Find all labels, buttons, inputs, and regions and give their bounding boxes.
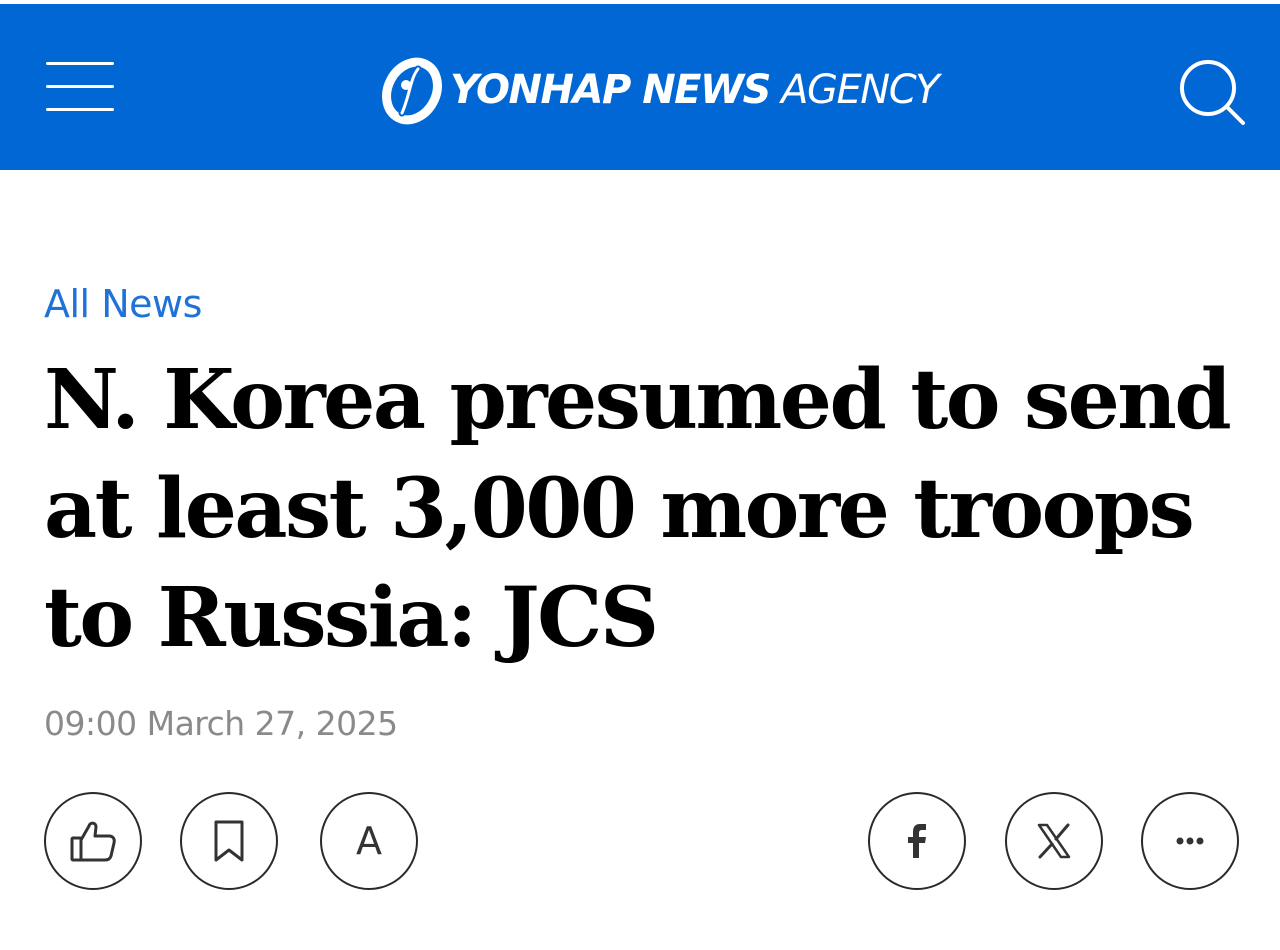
category-link[interactable]: All News [44,282,202,326]
article-headline: N. Korea presumed to send at least 3,000… [44,352,1232,666]
more-icon [1176,837,1204,845]
logo-wordmark-light: AGENCY [781,67,939,113]
x-icon [1037,823,1071,859]
facebook-icon [908,824,926,858]
search-button[interactable] [1176,56,1248,128]
yonhap-logo-icon [382,57,442,125]
logo-wordmark-bold: YONHAP NEWS [450,67,771,113]
font-size-button[interactable]: A [320,792,418,890]
facebook-share-button[interactable] [868,792,966,890]
hamburger-menu-icon [46,62,114,65]
thumbs-up-icon [70,821,116,862]
article-timestamp: 09:00 March 27, 2025 [44,704,398,743]
bookmark-button[interactable] [180,792,278,890]
more-button[interactable] [1141,792,1239,890]
menu-button[interactable] [44,58,116,120]
logo-wordmark: YONHAP NEWS AGENCY [450,67,940,113]
bookmark-icon [214,820,244,862]
top-bar: YONHAP NEWS AGENCY [0,0,1280,170]
like-button[interactable] [44,792,142,890]
search-icon [1180,60,1245,125]
x-share-button[interactable] [1005,792,1103,890]
site-logo[interactable]: YONHAP NEWS AGENCY [380,50,960,130]
font-size-icon: A [356,819,382,863]
